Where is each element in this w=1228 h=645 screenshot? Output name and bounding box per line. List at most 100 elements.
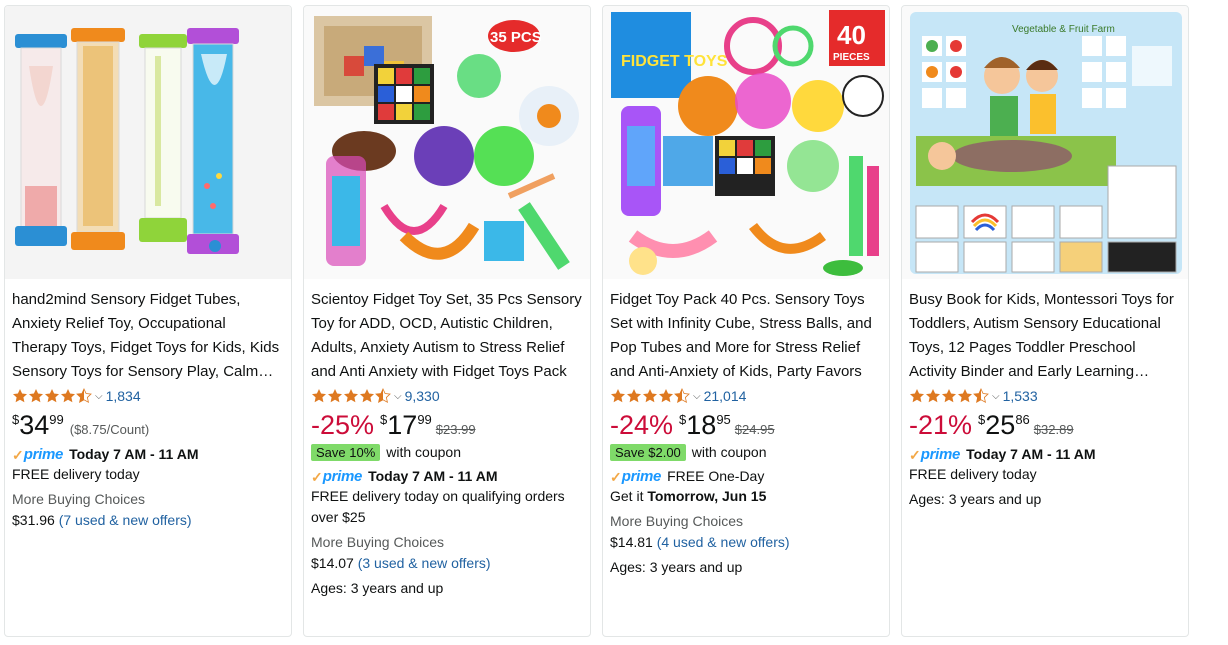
used-new-offers-link[interactable]: (3 used & new offers) bbox=[358, 555, 491, 571]
price-fraction: 99 bbox=[417, 412, 432, 427]
coupon-badge[interactable]: Save 10% bbox=[311, 443, 381, 461]
star-icon bbox=[627, 389, 641, 403]
product-image[interactable]: Vegetable & Fruit Farm bbox=[902, 6, 1188, 279]
buying-choices-price: $14.81 bbox=[610, 534, 653, 550]
delivery-time: Today 7 AM - 11 AM bbox=[368, 468, 498, 484]
price-row[interactable]: -24% $ 18 95 $24.95 bbox=[610, 410, 882, 440]
buying-choices-row: $14.81 (4 used & new offers) bbox=[610, 532, 882, 553]
chevron-down-icon[interactable]: ⌵ bbox=[95, 391, 103, 402]
prime-logo: ✓ prime bbox=[610, 467, 661, 486]
product-card: hand2mind Sensory Fidget Tubes, Anxiety … bbox=[4, 5, 292, 637]
price-symbol: $ bbox=[978, 412, 986, 427]
star-icon bbox=[910, 389, 924, 403]
chevron-down-icon[interactable]: ⌵ bbox=[394, 391, 402, 402]
prime-check-icon: ✓ bbox=[610, 469, 622, 485]
coupon-row[interactable]: Save 10% with coupon bbox=[311, 442, 583, 462]
discount-percent: -25% bbox=[311, 410, 375, 440]
badge-sub: PIECES bbox=[833, 52, 870, 63]
prime-check-icon: ✓ bbox=[12, 447, 24, 463]
prime-logo: ✓ prime bbox=[12, 445, 64, 464]
star-icon bbox=[312, 389, 326, 403]
star-icon bbox=[61, 389, 75, 403]
delivery-time: Today 7 AM - 11 AM bbox=[69, 446, 199, 462]
delivery-text: FREE delivery today bbox=[909, 466, 1037, 482]
prime-label: prime bbox=[322, 468, 363, 485]
price-row[interactable]: -21% $ 25 86 $32.89 bbox=[909, 410, 1181, 440]
fidget-toy-pack-image: FIDGET TOYS 40 PIECES bbox=[603, 6, 889, 279]
star-icon bbox=[45, 389, 59, 403]
age-range: Ages: 3 years and up bbox=[311, 580, 444, 596]
price-row[interactable]: $ 34 99 ($8.75/Count) bbox=[12, 410, 284, 440]
product-card: Vegetable & Fruit Farm Busy Book for Kid… bbox=[901, 5, 1189, 637]
prime-logo: ✓ prime bbox=[909, 445, 961, 464]
product-image[interactable]: FIDGET TOYS 40 PIECES bbox=[603, 6, 889, 279]
delivery-prefix: Get it bbox=[610, 488, 648, 504]
used-new-offers-link[interactable]: (7 used & new offers) bbox=[59, 512, 192, 528]
buying-choices-row: $14.07 (3 used & new offers) bbox=[311, 553, 583, 574]
chevron-down-icon[interactable]: ⌵ bbox=[992, 391, 1000, 402]
star-icon bbox=[328, 389, 342, 403]
review-count[interactable]: 9,330 bbox=[405, 388, 440, 404]
price-symbol: $ bbox=[679, 412, 687, 427]
price-whole: 25 bbox=[985, 410, 1016, 440]
chevron-down-icon[interactable]: ⌵ bbox=[693, 391, 701, 402]
discount-percent: -21% bbox=[909, 410, 973, 440]
list-price: $32.89 bbox=[1033, 422, 1074, 437]
badge-number: 40 bbox=[837, 20, 866, 50]
star-icon bbox=[344, 389, 358, 403]
rating-row[interactable]: ⌵ 21,014 bbox=[610, 386, 882, 406]
product-title[interactable]: Busy Book for Kids, Montessori Toys for … bbox=[909, 288, 1181, 384]
discount-percent: -24% bbox=[610, 410, 674, 440]
cover-title: Vegetable & Fruit Farm bbox=[1012, 24, 1115, 35]
buying-choices-price: $31.96 bbox=[12, 512, 55, 528]
fidget-tubes-image bbox=[5, 6, 291, 279]
coupon-badge[interactable]: Save $2.00 bbox=[610, 443, 686, 461]
buying-choices-price: $14.07 bbox=[311, 555, 354, 571]
rating-row[interactable]: ⌵ 1,533 bbox=[909, 386, 1181, 406]
rating-row[interactable]: ⌵ 9,330 bbox=[311, 386, 583, 406]
price-row[interactable]: -25% $ 17 99 $23.99 bbox=[311, 410, 583, 440]
product-info: hand2mind Sensory Fidget Tubes, Anxiety … bbox=[12, 288, 284, 531]
more-buying-choices-label: More Buying Choices bbox=[610, 513, 744, 529]
product-card: FIDGET TOYS 40 PIECES Fidget Toy Pack 40… bbox=[602, 5, 890, 637]
price-whole: 34 bbox=[19, 410, 50, 440]
price-symbol: $ bbox=[380, 412, 388, 427]
star-icon bbox=[942, 389, 956, 403]
buying-choices-row: $31.96 (7 used & new offers) bbox=[12, 510, 284, 531]
coupon-row[interactable]: Save $2.00 with coupon bbox=[610, 442, 882, 462]
product-info: Busy Book for Kids, Montessori Toys for … bbox=[909, 288, 1181, 510]
review-count[interactable]: 1,533 bbox=[1003, 388, 1038, 404]
prime-row: ✓ prime Today 7 AM - 11 AM bbox=[311, 466, 583, 486]
delivery-time: Today 7 AM - 11 AM bbox=[966, 446, 1096, 462]
product-title[interactable]: Fidget Toy Pack 40 Pcs. Sensory Toys Set… bbox=[610, 288, 882, 384]
star-icon bbox=[643, 389, 657, 403]
more-buying-choices-label: More Buying Choices bbox=[12, 491, 146, 507]
product-title[interactable]: hand2mind Sensory Fidget Tubes, Anxiety … bbox=[12, 288, 284, 384]
delivery-text: Get it Tomorrow, Jun 15 bbox=[610, 486, 882, 507]
star-icon bbox=[659, 389, 673, 403]
star-rating bbox=[12, 388, 92, 404]
price-fraction: 99 bbox=[49, 412, 64, 427]
star-icon bbox=[958, 389, 972, 403]
star-half-icon bbox=[674, 388, 690, 403]
product-title[interactable]: Scientoy Fidget Toy Set, 35 Pcs Sensory … bbox=[311, 288, 583, 384]
review-count[interactable]: 21,014 bbox=[704, 388, 747, 404]
badge-text: 35 PCS bbox=[490, 29, 542, 46]
coupon-suffix: with coupon bbox=[386, 444, 461, 460]
star-icon bbox=[611, 389, 625, 403]
product-card: 35 PCS Scientoy Fidget Toy Set, 35 Pcs S… bbox=[303, 5, 591, 637]
star-icon bbox=[360, 389, 374, 403]
rating-row[interactable]: ⌵ 1,834 bbox=[12, 386, 284, 406]
prime-label: prime bbox=[23, 446, 64, 463]
age-range: Ages: 3 years and up bbox=[909, 491, 1042, 507]
product-image[interactable]: 35 PCS bbox=[304, 6, 590, 279]
product-image[interactable] bbox=[5, 6, 291, 279]
review-count[interactable]: 1,834 bbox=[106, 388, 141, 404]
used-new-offers-link[interactable]: (4 used & new offers) bbox=[657, 534, 790, 550]
star-half-icon bbox=[973, 388, 989, 403]
coupon-suffix: with coupon bbox=[691, 444, 767, 460]
price-fraction: 86 bbox=[1015, 412, 1030, 427]
prime-check-icon: ✓ bbox=[311, 469, 323, 485]
brand-text: FIDGET TOYS bbox=[621, 53, 728, 70]
prime-label: prime bbox=[920, 446, 961, 463]
